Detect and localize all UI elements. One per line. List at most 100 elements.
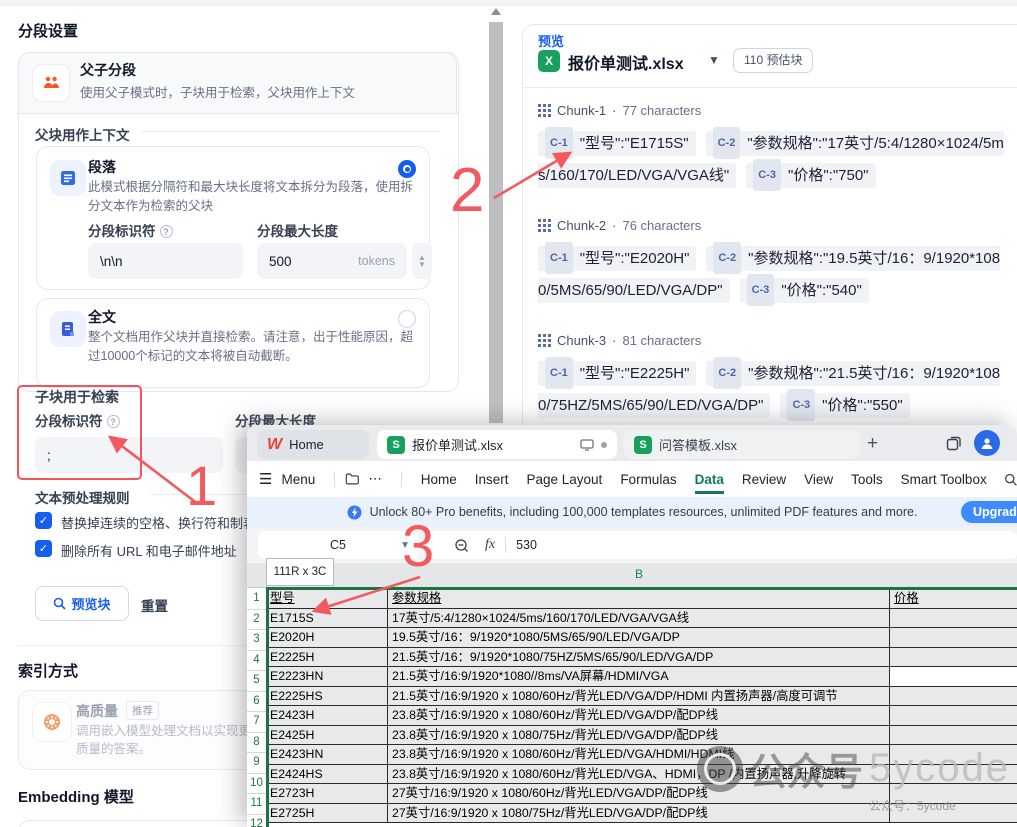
cell[interactable] [890, 628, 1017, 648]
formula-input[interactable]: fx 530 [426, 531, 1017, 559]
cell[interactable]: 21.5英寸/16：9/1920*1080/75HZ/5MS/65/90/LED… [388, 647, 890, 667]
chunk-name: Chunk-1 [557, 103, 607, 118]
menu-item-smart-toolbox[interactable]: Smart Toolbox [901, 472, 987, 487]
upgrade-button[interactable]: Upgrade [961, 501, 1017, 523]
cell[interactable]: E2425H [266, 725, 388, 745]
menu-item-tools[interactable]: Tools [851, 472, 883, 487]
wps-window: W Home S 报价单测试.xlsx S 问答模板.xlsx + ☰ Menu… [247, 425, 1017, 827]
cell[interactable]: E2423H [266, 706, 388, 726]
zoom-out-icon[interactable] [454, 538, 469, 553]
chevron-down-icon[interactable]: ▼ [708, 53, 720, 67]
column-headers: A B [247, 563, 1017, 588]
paragraph-title: 段落 [88, 159, 116, 175]
formula-bar: C5 ▼ fx 530 [247, 527, 1017, 563]
preview-file-name[interactable]: 报价单测试.xlsx [568, 50, 684, 74]
index-method-title: 索引方式 [18, 663, 79, 680]
menu-button[interactable]: Menu [281, 472, 315, 487]
more-icon[interactable]: ⋯ [368, 471, 382, 487]
delimiter-input[interactable]: \n\n [88, 243, 243, 279]
cell[interactable] [890, 647, 1017, 667]
new-tab-button[interactable]: + [867, 433, 878, 455]
cell[interactable]: 参数规格 [388, 589, 890, 609]
tab-active-document[interactable]: S 报价单测试.xlsx [377, 430, 617, 459]
row-header[interactable]: 4 [247, 651, 266, 671]
menu-item-insert[interactable]: Insert [475, 472, 509, 487]
cell[interactable]: 21.5英寸/16:9/1920*1080//8ms/VA屏幕/HDMI/VGA [388, 667, 890, 687]
cell[interactable]: 价格 [890, 589, 1017, 609]
row-headers: 1 2 3 4 5 6 7 8 9 10 11 12 [247, 589, 266, 827]
account-avatar[interactable] [974, 430, 1000, 456]
row-header[interactable]: 1 [247, 589, 266, 610]
row-header[interactable]: 8 [247, 733, 266, 753]
reset-button[interactable]: 重置 [141, 595, 168, 615]
active-cell-c5[interactable] [890, 667, 1017, 687]
chunk-segment[interactable]: C-1 "型号":"E1715S" [538, 127, 696, 159]
cell[interactable] [890, 706, 1017, 726]
row-header[interactable]: 11 [247, 794, 266, 815]
cell[interactable]: E2725H [266, 803, 388, 823]
tab-second-document[interactable]: S 问答模板.xlsx [624, 430, 860, 459]
row-header[interactable]: 3 [247, 630, 266, 651]
max-length-input[interactable]: 500 tokens [257, 243, 407, 279]
column-header-b[interactable]: B [635, 567, 643, 581]
menu-item-data[interactable]: Data [694, 472, 724, 494]
search-icon[interactable] [1004, 472, 1017, 487]
cell[interactable]: E2223HN [266, 667, 388, 687]
row-header[interactable]: 5 [247, 671, 266, 692]
chevron-down-icon[interactable]: ▼ [418, 261, 426, 269]
help-icon[interactable]: ? [159, 225, 173, 238]
chunk-segment[interactable]: C-1 "型号":"E2225H" [538, 357, 697, 389]
hamburger-icon[interactable]: ☰ [259, 470, 272, 488]
dot-separator: · [612, 333, 617, 348]
chunk-segment[interactable]: C-1 "型号":"E2020H" [538, 242, 697, 274]
parent-child-title: 父子分段 [80, 62, 136, 78]
menu-item-home[interactable]: Home [421, 472, 457, 487]
row-header[interactable]: 10 [247, 774, 266, 794]
chunk-segment[interactable]: C-3 "价格":"550" [780, 389, 910, 421]
fulltext-title: 全文 [88, 309, 116, 325]
cell[interactable]: E2423HN [266, 745, 388, 765]
cell[interactable] [890, 608, 1017, 628]
rule-checkbox-1[interactable]: ✓ [35, 512, 52, 529]
scrollbar-thumb[interactable] [489, 22, 503, 423]
cell-reference-box[interactable]: C5 ▼ [258, 531, 418, 559]
table-row: 型号 参数规格 价格 [266, 589, 1017, 609]
chunk-segment[interactable]: C-3 "价格":"540" [739, 274, 869, 306]
tab-home[interactable]: W Home [257, 430, 369, 459]
high-quality-icon [32, 702, 72, 742]
cell[interactable]: 21.5英寸/16:9/1920 x 1080/60Hz/背光LED/VGA/D… [388, 686, 890, 706]
row-header[interactable]: 7 [247, 712, 266, 733]
cell[interactable] [890, 686, 1017, 706]
fulltext-radio[interactable] [398, 310, 416, 328]
row-header[interactable]: 2 [247, 610, 266, 630]
monitor-icon[interactable] [580, 438, 594, 451]
cell[interactable]: E2723H [266, 784, 388, 804]
cell[interactable]: E1715S [266, 608, 388, 628]
cell[interactable]: 17英寸/5:4/1280×1024/5ms/160/170/LED/VGA/V… [388, 608, 890, 628]
row-header[interactable]: 6 [247, 692, 266, 712]
row-header[interactable]: 9 [247, 753, 266, 774]
menu-item-view[interactable]: View [804, 472, 833, 487]
menu-item-page-layout[interactable]: Page Layout [527, 472, 603, 487]
max-length-stepper[interactable]: ▲ ▼ [412, 243, 432, 279]
preview-header: 预览 [538, 34, 565, 49]
scrollbar-up-arrow[interactable] [491, 8, 501, 15]
row-header[interactable]: 12 [247, 815, 266, 827]
cell[interactable]: 19.5英寸/16：9/1920*1080/5MS/65/90/LED/VGA/… [388, 628, 890, 648]
window-restore-icon[interactable] [946, 435, 962, 456]
cell[interactable]: 23.8英寸/16:9/1920 x 1080/60Hz/背光LED/VGA/D… [388, 706, 890, 726]
menu-item-review[interactable]: Review [742, 472, 786, 487]
chunk-segment[interactable]: C-3 "价格":"750" [746, 159, 876, 191]
cell[interactable]: 27英寸/16:9/1920 x 1080/75Hz/背光LED/VGA/DP/… [388, 803, 890, 823]
preview-chunks-button[interactable]: 预览块 [35, 586, 129, 621]
cell[interactable]: 型号 [266, 589, 388, 609]
cell[interactable]: E2225HS [266, 686, 388, 706]
cell[interactable]: E2424HS [266, 764, 388, 784]
delimiter-label: 分段标识符? [88, 220, 173, 240]
folder-icon[interactable] [345, 472, 360, 486]
cell[interactable]: E2225H [266, 647, 388, 667]
rule-checkbox-2[interactable]: ✓ [35, 540, 52, 557]
menu-item-formulas[interactable]: Formulas [620, 472, 676, 487]
cell[interactable]: E2020H [266, 628, 388, 648]
paragraph-radio[interactable] [398, 160, 416, 178]
